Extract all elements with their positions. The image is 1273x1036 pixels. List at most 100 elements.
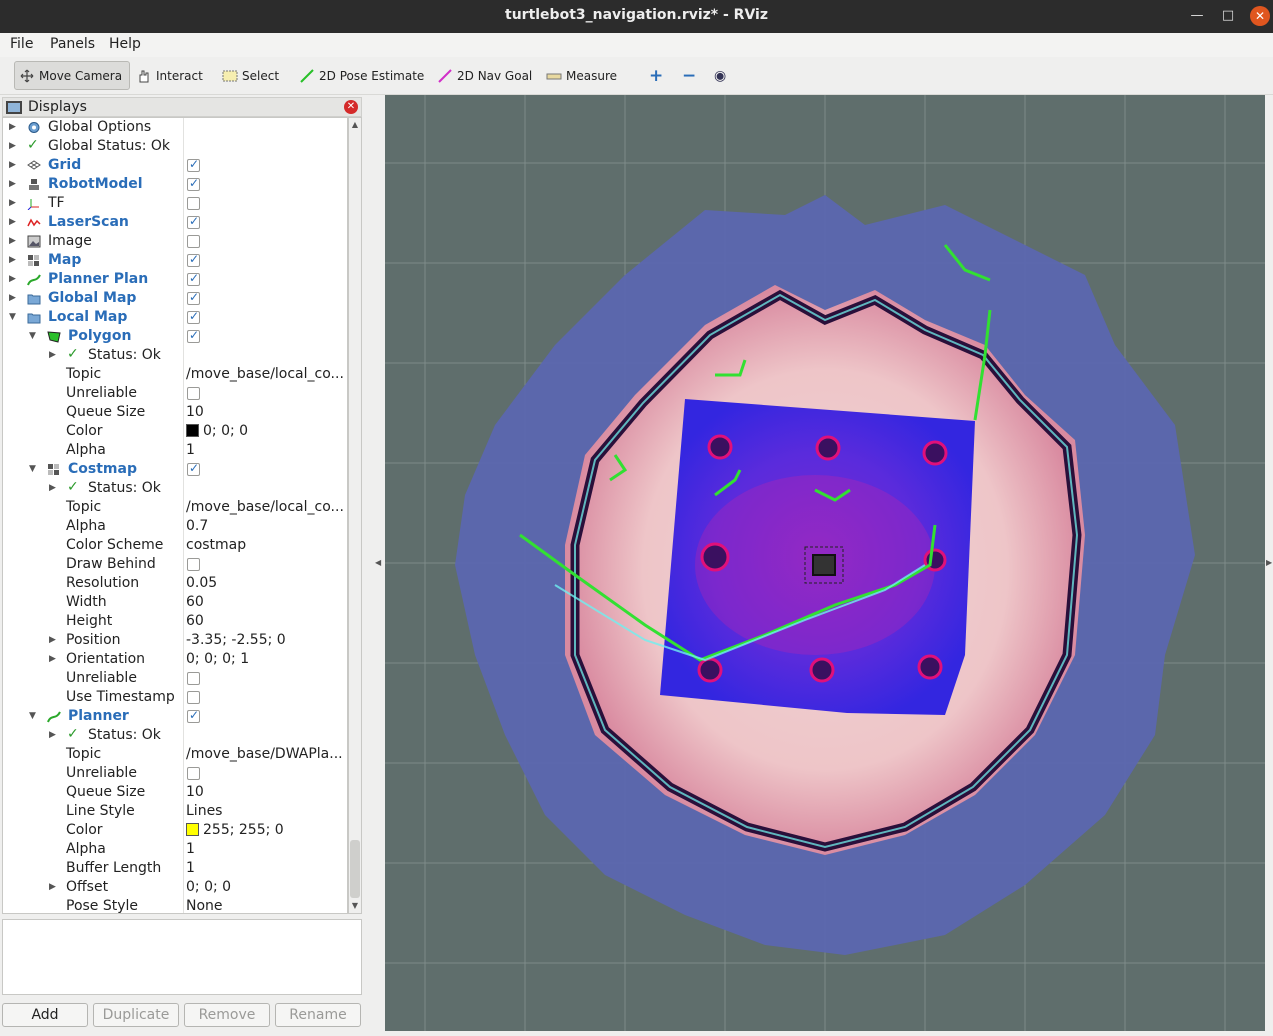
position-value[interactable]: -3.35; -2.55; 0: [186, 631, 346, 650]
tree-row-robotmodel[interactable]: ▶ RobotModel: [3, 175, 347, 194]
tree-row-topic[interactable]: Topic /move_base/local_co...: [3, 498, 347, 517]
remove-button[interactable]: Remove: [184, 1003, 270, 1027]
unreliable-checkbox[interactable]: [187, 387, 200, 400]
color-value[interactable]: 0; 0; 0: [186, 422, 346, 441]
enable-checkbox[interactable]: [187, 252, 200, 267]
queue-size-value[interactable]: 10: [186, 783, 346, 802]
tree-row-topic[interactable]: Topic /move_base/local_co...: [3, 365, 347, 384]
tree-row-tf[interactable]: ▶ TF: [3, 194, 347, 213]
render-viewport[interactable]: [385, 95, 1265, 1031]
tree-row-alpha[interactable]: Alpha 1: [3, 441, 347, 460]
draw-behind-checkbox[interactable]: [187, 558, 200, 571]
tree-row-map[interactable]: ▶ Map: [3, 251, 347, 270]
measure-tool[interactable]: Measure: [542, 61, 621, 90]
tree-row-resolution[interactable]: Resolution 0.05: [3, 574, 347, 593]
scroll-up-icon[interactable]: ▲: [349, 118, 361, 132]
nav-goal-tool[interactable]: 2D Nav Goal: [433, 61, 536, 90]
enable-checkbox[interactable]: [187, 214, 200, 229]
tree-row-line-style[interactable]: Line Style Lines: [3, 802, 347, 821]
add-button[interactable]: Add: [2, 1003, 88, 1027]
expand-arrow-icon[interactable]: ▶: [9, 194, 19, 213]
color-scheme-value[interactable]: costmap: [186, 536, 346, 555]
expand-arrow-icon[interactable]: ▶: [49, 878, 59, 897]
alpha-value[interactable]: 0.7: [186, 517, 346, 536]
menu-help[interactable]: Help: [109, 36, 141, 52]
alpha-value[interactable]: 1: [186, 840, 346, 859]
tree-row-image[interactable]: ▶ Image: [3, 232, 347, 251]
expand-arrow-icon[interactable]: ▶: [9, 251, 19, 270]
tree-row-draw-behind[interactable]: Draw Behind: [3, 555, 347, 574]
color-swatch[interactable]: [186, 823, 199, 836]
unreliable-checkbox[interactable]: [187, 767, 200, 780]
scroll-thumb[interactable]: [350, 840, 360, 898]
offset-value[interactable]: 0; 0; 0: [186, 878, 346, 897]
tree-row-planner-plan[interactable]: ▶ Planner Plan: [3, 270, 347, 289]
expand-arrow-icon[interactable]: ▶: [9, 118, 19, 137]
alpha-value[interactable]: 1: [186, 441, 346, 460]
move-camera-tool[interactable]: Move Camera: [14, 61, 130, 90]
expand-arrow-icon[interactable]: ▶: [9, 156, 19, 175]
close-icon[interactable]: ✕: [344, 100, 358, 114]
collapse-arrow-icon[interactable]: ▼: [9, 308, 19, 327]
expand-arrow-icon[interactable]: ▶: [9, 175, 19, 194]
tree-row-status[interactable]: ▶ ✓ Status: Ok: [3, 726, 347, 745]
tree-row-local-map[interactable]: ▼ Local Map: [3, 308, 347, 327]
queue-size-value[interactable]: 10: [186, 403, 346, 422]
interact-tool[interactable]: Interact: [132, 61, 207, 90]
pose-estimate-tool[interactable]: 2D Pose Estimate: [295, 61, 428, 90]
pose-style-value[interactable]: None: [186, 897, 346, 913]
tree-row-topic[interactable]: Topic /move_base/DWAPla...: [3, 745, 347, 764]
tree-row-alpha[interactable]: Alpha 1: [3, 840, 347, 859]
select-tool[interactable]: Select: [218, 61, 283, 90]
topic-value[interactable]: /move_base/DWAPla...: [186, 745, 346, 764]
orientation-value[interactable]: 0; 0; 0; 1: [186, 650, 346, 669]
buffer-length-value[interactable]: 1: [186, 859, 346, 878]
unreliable-checkbox[interactable]: [187, 672, 200, 685]
collapse-arrow-icon[interactable]: ▼: [29, 327, 39, 346]
right-splitter[interactable]: ▶: [1265, 95, 1273, 1036]
collapse-arrow-icon[interactable]: ▼: [29, 707, 39, 726]
tree-row-pose-style[interactable]: Pose Style None: [3, 897, 347, 913]
maximize-button[interactable]: □: [1218, 6, 1238, 26]
tree-row-color[interactable]: Color 255; 255; 0: [3, 821, 347, 840]
enable-checkbox[interactable]: [187, 328, 200, 343]
enable-checkbox[interactable]: [187, 309, 200, 324]
close-button[interactable]: ✕: [1250, 6, 1270, 26]
tree-row-global-options[interactable]: ▶ Global Options: [3, 118, 347, 137]
tree-scrollbar[interactable]: ▲ ▼: [348, 117, 362, 914]
minimize-button[interactable]: —: [1187, 6, 1207, 26]
view-options-button[interactable]: ◉: [710, 61, 730, 90]
expand-arrow-icon[interactable]: ▶: [9, 137, 19, 156]
panel-splitter[interactable]: ◀: [364, 95, 385, 1036]
tree-row-position[interactable]: ▶ Position -3.35; -2.55; 0: [3, 631, 347, 650]
remove-tool-button[interactable]: −: [678, 61, 700, 90]
tree-row-global-map[interactable]: ▶ Global Map: [3, 289, 347, 308]
tree-row-unreliable[interactable]: Unreliable: [3, 764, 347, 783]
tree-row-color[interactable]: Color 0; 0; 0: [3, 422, 347, 441]
splitter-handle-icon[interactable]: ▶: [1266, 558, 1272, 567]
enable-checkbox[interactable]: [187, 197, 200, 210]
splitter-handle-icon[interactable]: ◀: [375, 558, 381, 567]
rename-button[interactable]: Rename: [275, 1003, 361, 1027]
height-value[interactable]: 60: [186, 612, 346, 631]
tree-row-height[interactable]: Height 60: [3, 612, 347, 631]
tree-row-laserscan[interactable]: ▶ LaserScan: [3, 213, 347, 232]
topic-value[interactable]: /move_base/local_co...: [186, 365, 346, 384]
width-value[interactable]: 60: [186, 593, 346, 612]
resolution-value[interactable]: 0.05: [186, 574, 346, 593]
scroll-down-icon[interactable]: ▼: [349, 899, 361, 913]
use-timestamp-checkbox[interactable]: [187, 691, 200, 704]
expand-arrow-icon[interactable]: ▶: [49, 346, 59, 365]
tree-row-status[interactable]: ▶ ✓ Status: Ok: [3, 346, 347, 365]
expand-arrow-icon[interactable]: ▶: [49, 650, 59, 669]
enable-checkbox[interactable]: [187, 461, 200, 476]
duplicate-button[interactable]: Duplicate: [93, 1003, 179, 1027]
tree-row-orientation[interactable]: ▶ Orientation 0; 0; 0; 1: [3, 650, 347, 669]
tree-row-offset[interactable]: ▶ Offset 0; 0; 0: [3, 878, 347, 897]
tree-row-unreliable[interactable]: Unreliable: [3, 384, 347, 403]
tree-row-status[interactable]: ▶ ✓ Status: Ok: [3, 479, 347, 498]
tree-row-grid[interactable]: ▶ Grid: [3, 156, 347, 175]
tree-row-polygon[interactable]: ▼ Polygon: [3, 327, 347, 346]
enable-checkbox[interactable]: [187, 290, 200, 305]
expand-arrow-icon[interactable]: ▶: [9, 232, 19, 251]
